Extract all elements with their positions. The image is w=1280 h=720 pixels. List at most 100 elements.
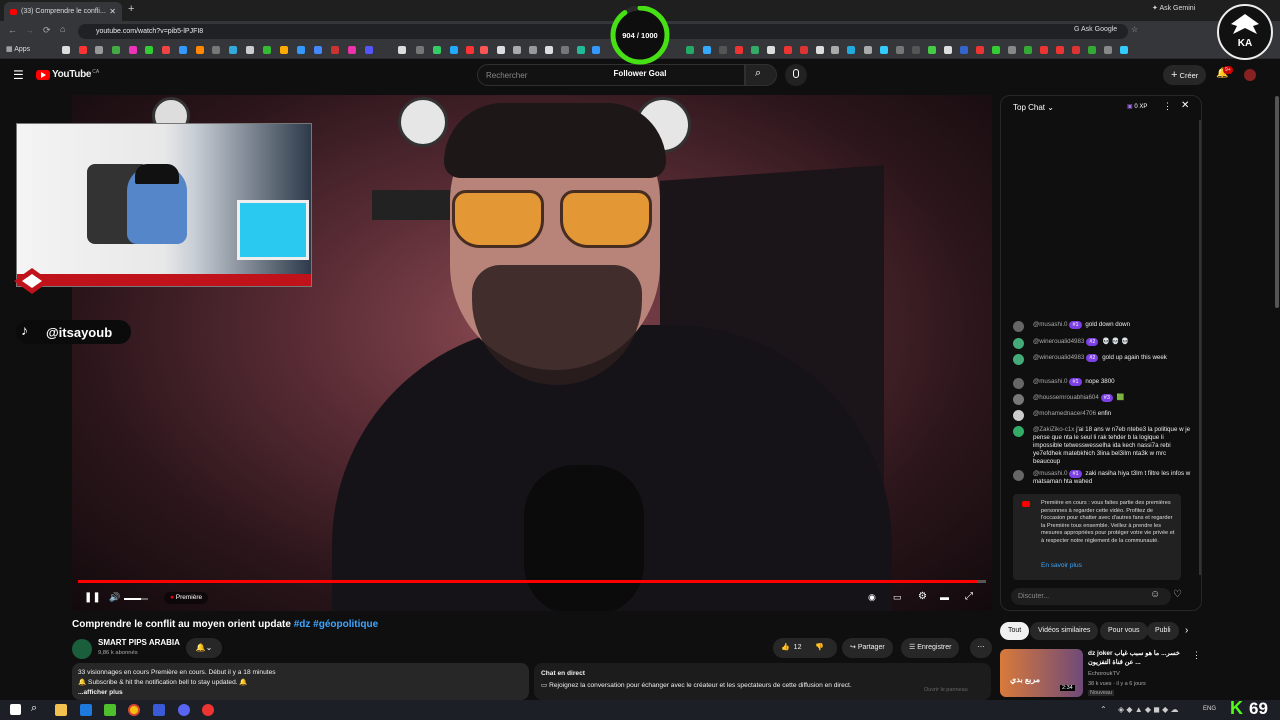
file-explorer-icon[interactable]	[55, 704, 67, 716]
bookmark-icon[interactable]	[212, 46, 220, 54]
bookmark-icon[interactable]	[960, 46, 968, 54]
chrome-icon[interactable]	[128, 704, 140, 716]
volume-slider[interactable]	[124, 598, 148, 600]
avatar[interactable]	[1013, 378, 1024, 389]
chip-publi[interactable]: Publi	[1147, 622, 1179, 640]
bookmark-icon[interactable]	[513, 46, 521, 54]
bookmark-icon[interactable]	[767, 46, 775, 54]
bookmark-icon[interactable]	[561, 46, 569, 54]
bookmark-star-icon[interactable]: ☆	[1131, 25, 1138, 34]
page-scrollbar[interactable]	[1275, 96, 1279, 308]
bookmark-icon[interactable]	[686, 46, 694, 54]
avatar[interactable]	[1244, 69, 1256, 81]
obs-icon[interactable]	[202, 704, 214, 716]
heart-icon[interactable]: ♡	[1173, 589, 1182, 600]
bookmark-icon[interactable]	[162, 46, 170, 54]
bookmark-icon[interactable]	[976, 46, 984, 54]
chevron-right-icon[interactable]: ›	[1185, 625, 1188, 636]
bookmark-icon[interactable]	[263, 46, 271, 54]
ask-gemini-button[interactable]: ✦ Ask Gemini	[1152, 4, 1195, 12]
bookmark-icon[interactable]	[398, 46, 406, 54]
bookmark-icon[interactable]	[466, 46, 474, 54]
search-icon[interactable]: ⌕	[31, 702, 37, 715]
language-indicator[interactable]: ENG	[1203, 706, 1216, 712]
chat-username[interactable]: @houssemrouabhia604	[1033, 394, 1099, 401]
bookmark-icon[interactable]	[297, 46, 305, 54]
bookmark-icon[interactable]	[79, 46, 87, 54]
bookmark-icon[interactable]	[592, 46, 600, 54]
pause-button[interactable]: ❚❚	[84, 592, 101, 603]
like-icon[interactable]: 👍	[781, 644, 790, 651]
avatar[interactable]	[1013, 410, 1024, 421]
bookmark-icon[interactable]	[719, 46, 727, 54]
home-icon[interactable]: ⌂	[60, 24, 65, 34]
top-chat-dropdown[interactable]: Top Chat ⌄	[1013, 103, 1054, 112]
bookmark-icon[interactable]	[529, 46, 537, 54]
bookmark-icon[interactable]	[864, 46, 872, 54]
bookmark-icon[interactable]	[735, 46, 743, 54]
bookmark-icon[interactable]	[577, 46, 585, 54]
back-icon[interactable]: ←	[8, 25, 17, 35]
chat-username[interactable]: @mohamednacer4706	[1033, 410, 1096, 417]
bookmark-icon[interactable]	[896, 46, 904, 54]
browser-tab[interactable]: (33) Comprendre le confli... ✕	[4, 2, 122, 21]
bookmark-icon[interactable]	[703, 46, 711, 54]
rec-channel[interactable]: EchoroukTV	[1088, 671, 1120, 677]
bookmark-icon[interactable]	[314, 46, 322, 54]
forward-icon[interactable]: →	[25, 25, 34, 35]
volume-icon[interactable]: 🔊	[109, 592, 120, 603]
bookmark-icon[interactable]	[944, 46, 952, 54]
bookmark-icon[interactable]	[1088, 46, 1096, 54]
start-icon[interactable]	[10, 704, 21, 715]
store-icon[interactable]	[80, 704, 92, 716]
avatar[interactable]	[1013, 470, 1024, 481]
bookmark-icon[interactable]	[112, 46, 120, 54]
avatar[interactable]	[1013, 338, 1024, 349]
chat-username[interactable]: @ZakiZiko-c1x	[1033, 426, 1074, 433]
bookmark-icon[interactable]	[800, 46, 808, 54]
more-actions-button[interactable]: ⋯	[970, 638, 992, 658]
bookmark-icon[interactable]	[331, 46, 339, 54]
share-button[interactable]: ↪ Partager	[842, 638, 893, 658]
bookmark-icon[interactable]	[62, 46, 70, 54]
bookmark-icon[interactable]	[847, 46, 855, 54]
youtube-logo[interactable]: YouTube CA	[36, 69, 99, 80]
xbox-icon[interactable]	[104, 704, 116, 716]
channel-name[interactable]: SMART PIPS ARABIA	[98, 638, 180, 647]
progress-bar[interactable]	[78, 580, 986, 583]
bookmark-icon[interactable]	[246, 46, 254, 54]
bookmark-icon[interactable]	[95, 46, 103, 54]
url-bar[interactable]: youtube.com/watch?v=pib5-lPJFI8	[78, 24, 1128, 39]
bookmark-icon[interactable]	[1056, 46, 1064, 54]
theater-mode-icon[interactable]: ▬	[940, 592, 949, 602]
create-button[interactable]: + Créer	[1163, 65, 1207, 85]
rec-thumbnail[interactable]: مربع بدي 2:34	[1000, 649, 1083, 697]
bookmark-icon[interactable]	[751, 46, 759, 54]
bookmark-icon[interactable]	[545, 46, 553, 54]
chat-input[interactable]: Discuter...	[1011, 588, 1171, 605]
new-tab-icon[interactable]: +	[128, 3, 134, 15]
chat-username[interactable]: @musashi.0	[1033, 470, 1067, 477]
bookmark-icon[interactable]	[912, 46, 920, 54]
subtitles-icon[interactable]: ▭	[893, 592, 902, 603]
bookmark-icon[interactable]	[348, 46, 356, 54]
menu-icon[interactable]: ☰	[13, 68, 24, 82]
close-tab-icon[interactable]: ✕	[109, 7, 116, 16]
avatar[interactable]	[1013, 426, 1024, 437]
bookmark-icon[interactable]	[1120, 46, 1128, 54]
bookmark-icon[interactable]	[145, 46, 153, 54]
voice-search-button[interactable]	[785, 64, 807, 86]
chip-tout[interactable]: Tout	[1000, 622, 1030, 640]
apps-shortcut[interactable]: ▦ Apps	[6, 45, 30, 53]
chip-vidéos-similaires[interactable]: Vidéos similaires	[1030, 622, 1099, 640]
bookmark-icon[interactable]	[992, 46, 1000, 54]
chat-username[interactable]: @wineroualid4983	[1033, 354, 1084, 361]
rec-title[interactable]: dz joker خسر... ما هو سبب غياب عن قناة ا…	[1088, 649, 1188, 667]
bookmark-icon[interactable]	[365, 46, 373, 54]
xp-badge[interactable]: ▣ 0 XP	[1127, 103, 1147, 110]
bookmark-icon[interactable]	[416, 46, 424, 54]
bookmark-icon[interactable]	[433, 46, 441, 54]
open-panel-button[interactable]: Ouvrir le panneau	[924, 684, 968, 696]
dislike-icon[interactable]: 👎	[815, 644, 824, 651]
show-more-link[interactable]: ...afficher plus	[78, 688, 523, 698]
